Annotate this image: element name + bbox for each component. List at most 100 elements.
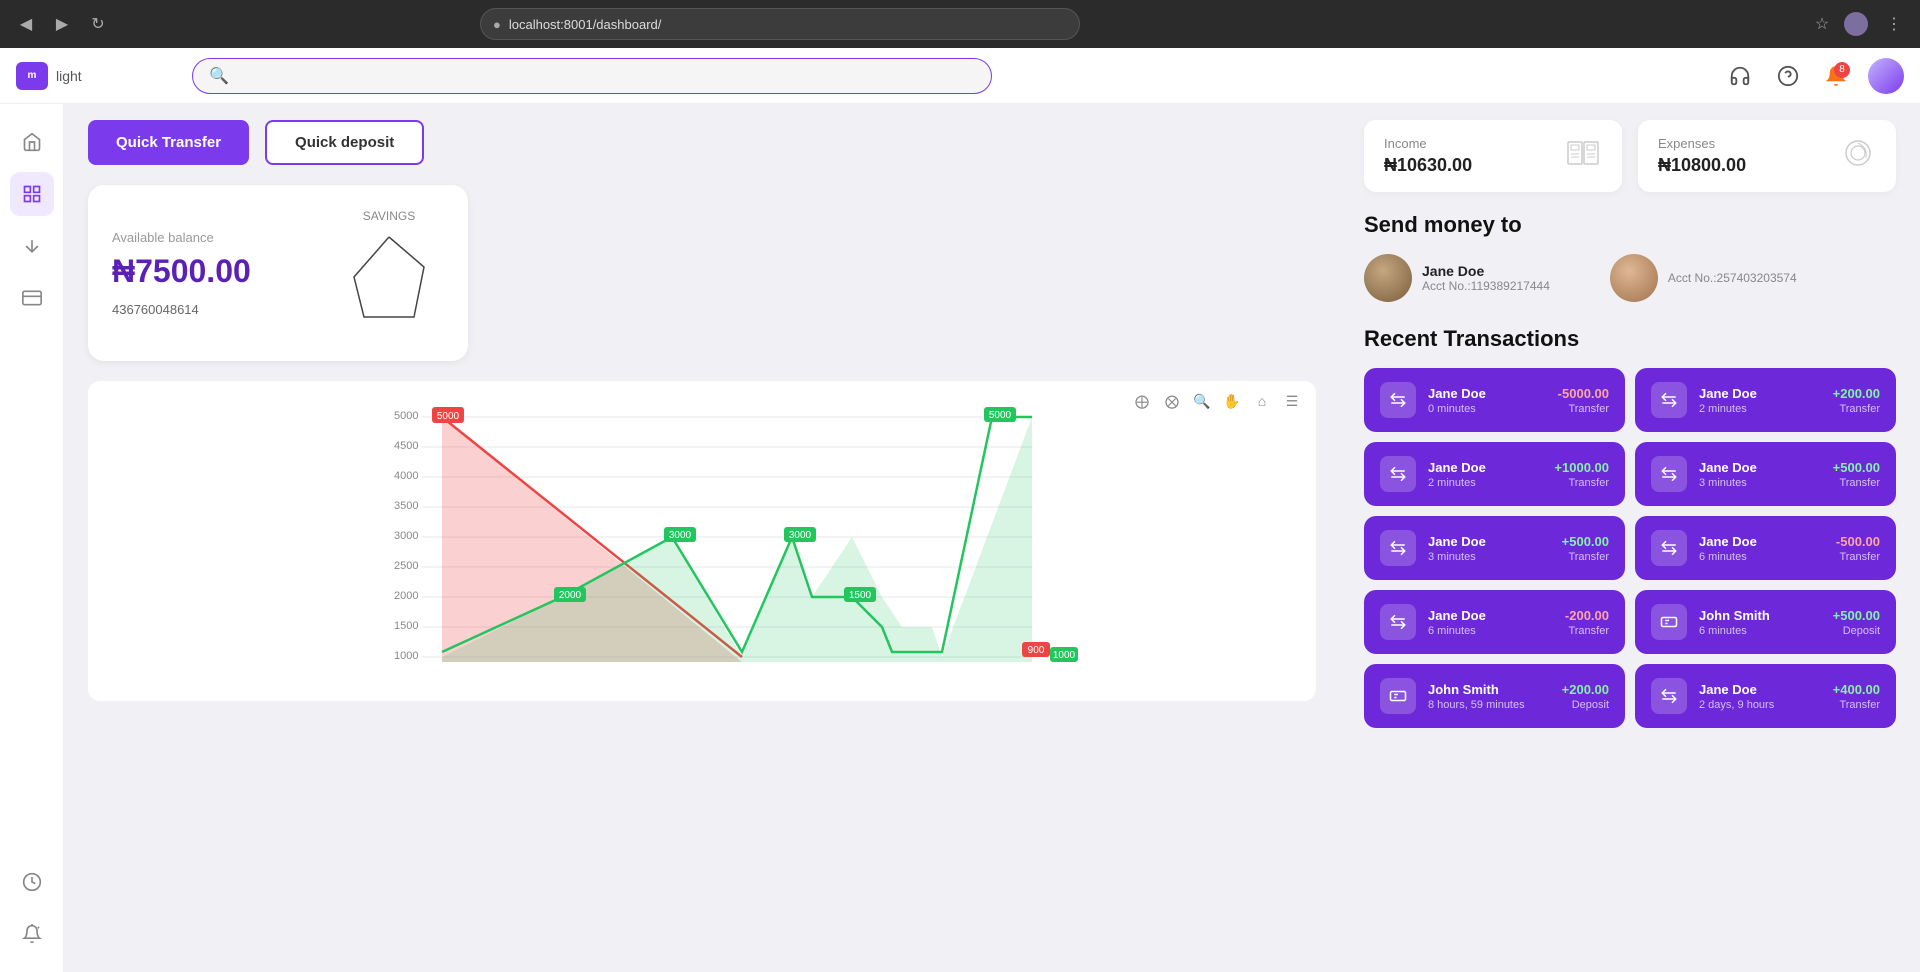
- search-bar[interactable]: 🔍: [192, 58, 992, 94]
- zoom-in-button[interactable]: ⨁: [1130, 389, 1154, 413]
- logo-box: m: [16, 62, 48, 90]
- txn-name-6: Jane Doe: [1428, 608, 1553, 623]
- txn-right-7: +500.00 Deposit: [1833, 608, 1880, 637]
- txn-time-0: 0 minutes: [1428, 403, 1546, 415]
- svg-text:900: 900: [1028, 645, 1045, 656]
- send-avatar-2: [1610, 254, 1658, 302]
- svg-text:3500: 3500: [394, 500, 418, 512]
- line-chart: 5000 4500 4000 3500 3000 2500 2000 1500 …: [100, 397, 1304, 687]
- profile-button[interactable]: [1844, 10, 1872, 38]
- pan-button[interactable]: ✋: [1220, 389, 1244, 413]
- logo-abbr: m: [28, 70, 37, 81]
- txn-card-0: Jane Doe 0 minutes -5000.00 Transfer: [1364, 368, 1625, 432]
- txn-right-8: +200.00 Deposit: [1562, 682, 1609, 711]
- svg-text:3000: 3000: [394, 530, 418, 542]
- help-icon[interactable]: [1772, 60, 1804, 92]
- txn-info-5: Jane Doe 6 minutes: [1699, 534, 1824, 563]
- menu-button[interactable]: ⋮: [1880, 10, 1908, 38]
- txn-icon-5: [1651, 530, 1687, 566]
- txn-amount-6: -200.00: [1565, 608, 1609, 623]
- txn-name-8: John Smith: [1428, 682, 1550, 697]
- chart-toolbar: ⨁ ⨂ 🔍 ✋ ⌂ ☰: [1130, 389, 1304, 413]
- headset-icon[interactable]: [1724, 60, 1756, 92]
- browser-chrome: ◀ ▶ ↻ ● localhost:8001/dashboard/ ☆ ⋮: [0, 0, 1920, 48]
- svg-text:2000: 2000: [394, 590, 418, 602]
- top-bar: m light 🔍: [0, 48, 1920, 104]
- stats-row: Income ₦10630.00: [1364, 120, 1896, 192]
- forward-button[interactable]: ▶: [48, 10, 76, 38]
- send-person-2: Acct No.:257403203574: [1610, 254, 1797, 302]
- refresh-button[interactable]: ↻: [84, 10, 112, 38]
- sidebar-item-dashboard[interactable]: [10, 172, 54, 216]
- txn-amount-9: +400.00: [1833, 682, 1880, 697]
- quick-transfer-button[interactable]: Quick Transfer: [88, 120, 249, 165]
- top-avatar[interactable]: [1868, 58, 1904, 94]
- back-button[interactable]: ◀: [12, 10, 40, 38]
- txn-name-5: Jane Doe: [1699, 534, 1824, 549]
- svg-text:1500: 1500: [394, 620, 418, 632]
- txn-type-9: Transfer: [1833, 699, 1880, 711]
- star-button[interactable]: ☆: [1808, 10, 1836, 38]
- txn-icon-2: [1380, 456, 1416, 492]
- content-area: Quick Transfer Quick deposit Available b…: [64, 104, 1920, 972]
- txn-icon-3: [1651, 456, 1687, 492]
- txn-time-6: 6 minutes: [1428, 625, 1553, 637]
- expenses-value: ₦10800.00: [1658, 155, 1746, 176]
- income-icon: [1566, 138, 1602, 175]
- sidebar-item-transfers[interactable]: [10, 224, 54, 268]
- savings-polygon-chart: [334, 227, 444, 337]
- txn-icon-6: [1380, 604, 1416, 640]
- txn-info-0: Jane Doe 0 minutes: [1428, 386, 1546, 415]
- balance-info: Available balance ₦7500.00 436760048614: [112, 230, 251, 317]
- svg-text:2500: 2500: [394, 560, 418, 572]
- sidebar: [0, 104, 64, 972]
- svg-text:3000: 3000: [669, 530, 692, 541]
- right-panel: Income ₦10630.00: [1340, 104, 1920, 972]
- txn-info-7: John Smith 6 minutes: [1699, 608, 1821, 637]
- url-text: localhost:8001/dashboard/: [509, 17, 662, 32]
- top-bar-actions: 8: [1724, 58, 1904, 94]
- txn-icon-9: [1651, 678, 1687, 714]
- txn-info-6: Jane Doe 6 minutes: [1428, 608, 1553, 637]
- send-money-title: Send money to: [1364, 212, 1896, 238]
- income-label: Income: [1384, 136, 1472, 151]
- sidebar-item-history[interactable]: [10, 860, 54, 904]
- send-person-2-acct: Acct No.:257403203574: [1668, 271, 1797, 285]
- send-person-1: Jane Doe Acct No.:119389217444: [1364, 254, 1550, 302]
- sidebar-item-wallet[interactable]: [10, 276, 54, 320]
- txn-info-4: Jane Doe 3 minutes: [1428, 534, 1550, 563]
- txn-name-0: Jane Doe: [1428, 386, 1546, 401]
- svg-text:2000: 2000: [559, 590, 582, 601]
- transactions-title: Recent Transactions: [1364, 326, 1896, 352]
- home-chart-button[interactable]: ⌂: [1250, 389, 1274, 413]
- notification-icon[interactable]: 8: [1820, 60, 1852, 92]
- search-input[interactable]: [237, 68, 975, 83]
- txn-icon-0: [1380, 382, 1416, 418]
- expenses-icon: [1840, 138, 1876, 175]
- quick-deposit-button[interactable]: Quick deposit: [265, 120, 424, 165]
- txn-amount-8: +200.00: [1562, 682, 1609, 697]
- chart-area: ⨁ ⨂ 🔍 ✋ ⌂ ☰ 5000 4500 4000 3500 3: [88, 381, 1316, 701]
- savings-label: SAVINGS: [363, 209, 415, 223]
- address-bar[interactable]: ● localhost:8001/dashboard/: [480, 8, 1080, 40]
- txn-right-6: -200.00 Transfer: [1565, 608, 1609, 637]
- txn-amount-5: -500.00: [1836, 534, 1880, 549]
- search-chart-button[interactable]: 🔍: [1190, 389, 1214, 413]
- expenses-card: Expenses ₦10800.00: [1638, 120, 1896, 192]
- txn-card-4: Jane Doe 3 minutes +500.00 Transfer: [1364, 516, 1625, 580]
- txn-amount-7: +500.00: [1833, 608, 1880, 623]
- logo-text: light: [56, 68, 82, 84]
- income-value: ₦10630.00: [1384, 155, 1472, 176]
- notification-badge: 8: [1834, 62, 1850, 78]
- zoom-out-button[interactable]: ⨂: [1160, 389, 1184, 413]
- txn-icon-7: [1651, 604, 1687, 640]
- txn-type-6: Transfer: [1565, 625, 1609, 637]
- sidebar-item-home[interactable]: [10, 120, 54, 164]
- menu-chart-button[interactable]: ☰: [1280, 389, 1304, 413]
- svg-text:1000: 1000: [394, 650, 418, 662]
- income-info: Income ₦10630.00: [1384, 136, 1472, 176]
- txn-amount-2: +1000.00: [1554, 460, 1609, 475]
- txn-card-1: Jane Doe 2 minutes +200.00 Transfer: [1635, 368, 1896, 432]
- txn-time-2: 2 minutes: [1428, 477, 1542, 489]
- sidebar-item-notifications-add[interactable]: [10, 912, 54, 956]
